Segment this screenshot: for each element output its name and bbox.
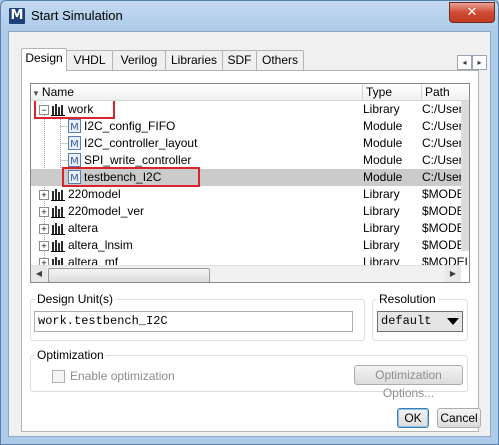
horizontal-scroll-thumb[interactable] bbox=[48, 268, 210, 282]
module-icon: M bbox=[68, 119, 81, 133]
tab-others[interactable]: Others bbox=[256, 50, 304, 70]
optimization-group: Optimization Enable optimization Optimiz… bbox=[30, 348, 468, 400]
design-unit-group: Design Unit(s) work.testbench_I2C bbox=[30, 292, 365, 341]
tree-row-type: Module bbox=[363, 153, 403, 167]
tree-row-altera-mf[interactable]: + altera_mf Library $MODEL bbox=[31, 254, 469, 265]
vertical-scroll-thumb[interactable] bbox=[461, 101, 469, 251]
tree-row-altera-lnsim[interactable]: + altera_lnsim Library $MODEL bbox=[31, 237, 469, 254]
tree-row-type: Library bbox=[363, 255, 400, 265]
tree-row-type: Module bbox=[363, 170, 403, 184]
svg-text:M: M bbox=[70, 122, 79, 133]
tab-scroll-buttons: ◂ ▸ bbox=[457, 54, 487, 70]
tree-row-path: C:/User bbox=[422, 136, 463, 150]
enable-optimization-label: Enable optimization bbox=[70, 369, 175, 383]
library-icon bbox=[51, 240, 65, 252]
tree-row-altera[interactable]: + altera Library $MODEL bbox=[31, 220, 469, 237]
tab-scroll-left-icon[interactable]: ◂ bbox=[457, 55, 472, 70]
tree-row-type: Library bbox=[363, 204, 400, 218]
resolution-select[interactable]: default bbox=[377, 311, 463, 332]
close-button[interactable]: ✕ bbox=[449, 2, 495, 23]
tree-row-type: Module bbox=[363, 136, 403, 150]
modelsim-icon: M bbox=[9, 8, 25, 24]
highlight-box-work bbox=[34, 101, 115, 119]
tree-row-name: 220model bbox=[68, 187, 121, 201]
tree-row-path: C:/User bbox=[422, 102, 463, 116]
resolution-label: Resolution bbox=[377, 292, 438, 306]
library-icon bbox=[51, 223, 65, 235]
tab-sdf[interactable]: SDF bbox=[222, 50, 257, 70]
tree-row-type: Library bbox=[363, 187, 400, 201]
cancel-button[interactable]: Cancel bbox=[437, 408, 481, 428]
expand-icon[interactable]: + bbox=[39, 224, 49, 234]
enable-optimization-checkbox[interactable] bbox=[52, 370, 65, 383]
svg-text:M: M bbox=[70, 139, 79, 150]
tree-row-i2c-controller-layout[interactable]: M I2C_controller_layout Module C:/User bbox=[31, 135, 463, 152]
tree-row-i2c-config-fifo[interactable]: M I2C_config_FIFO Module C:/User bbox=[31, 118, 463, 135]
expand-icon[interactable]: + bbox=[39, 258, 49, 265]
library-icon bbox=[51, 206, 65, 218]
dialog-body: Design VHDL Verilog Libraries SDF Others… bbox=[8, 31, 491, 437]
module-icon: M bbox=[68, 153, 81, 167]
ok-button[interactable]: OK bbox=[397, 408, 429, 428]
resolution-value: default bbox=[381, 314, 432, 328]
column-header-name[interactable]: ▼ Name bbox=[31, 84, 363, 100]
scroll-left-icon[interactable]: ◀ bbox=[31, 266, 47, 282]
column-header-type[interactable]: Type bbox=[363, 84, 422, 100]
design-unit-input[interactable]: work.testbench_I2C bbox=[34, 311, 353, 332]
library-icon bbox=[52, 257, 63, 265]
tree-row-name: I2C_config_FIFO bbox=[84, 119, 176, 133]
tree-row-path: C:/User bbox=[422, 170, 463, 184]
expand-icon[interactable]: + bbox=[39, 190, 49, 200]
scroll-right-icon[interactable]: ▶ bbox=[445, 266, 461, 282]
design-library-tree[interactable]: ▼ Name Type Path − work Library C:/User … bbox=[30, 83, 470, 283]
optimization-label: Optimization bbox=[35, 348, 106, 362]
start-simulation-dialog: M Start Simulation ✕ Design VHDL Verilog… bbox=[0, 0, 499, 445]
vertical-scrollbar[interactable] bbox=[461, 101, 469, 282]
expand-icon[interactable]: + bbox=[39, 207, 49, 217]
dropdown-arrow-icon bbox=[447, 318, 459, 325]
tree-row-name: I2C_controller_layout bbox=[84, 136, 198, 150]
tab-verilog[interactable]: Verilog bbox=[112, 50, 166, 70]
tree-row-name: altera_lnsim bbox=[68, 238, 133, 252]
tree-row-type: Library bbox=[363, 102, 400, 116]
title-bar[interactable]: M Start Simulation ✕ bbox=[1, 1, 498, 31]
tree-row-name: altera bbox=[68, 221, 99, 235]
tree-row-name: 220model_ver bbox=[68, 204, 145, 218]
sort-arrow-icon: ▼ bbox=[32, 89, 40, 98]
list-header: ▼ Name Type Path bbox=[31, 84, 469, 101]
optimization-options-button[interactable]: Optimization Options... bbox=[354, 365, 463, 400]
tab-vhdl[interactable]: VHDL bbox=[66, 50, 113, 70]
design-tab-panel: ▼ Name Type Path − work Library C:/User … bbox=[21, 70, 479, 432]
library-icon bbox=[51, 189, 65, 201]
tree-row-type: Library bbox=[363, 221, 400, 235]
tree-row-220model-ver[interactable]: + 220model_ver Library $MODEL bbox=[31, 203, 469, 220]
expand-icon[interactable]: + bbox=[39, 241, 49, 251]
design-unit-label: Design Unit(s) bbox=[35, 292, 116, 306]
tree-row-type: Module bbox=[363, 119, 403, 133]
module-icon: M bbox=[68, 136, 81, 150]
tree-row-type: Library bbox=[363, 238, 400, 252]
tab-scroll-right-icon[interactable]: ▸ bbox=[472, 55, 487, 70]
tree-row-path: C:/User bbox=[422, 153, 463, 167]
window-title: Start Simulation bbox=[31, 8, 123, 23]
tab-libraries[interactable]: Libraries bbox=[165, 50, 223, 70]
column-header-path[interactable]: Path bbox=[422, 84, 469, 100]
tree-row-220model[interactable]: + 220model Library $MODEL bbox=[31, 186, 469, 203]
tree-rows: − work Library C:/User M I2C_config_FIFO… bbox=[31, 101, 469, 265]
tab-design[interactable]: Design bbox=[21, 48, 67, 71]
horizontal-scrollbar[interactable]: ◀ ▶ bbox=[31, 265, 461, 282]
svg-text:M: M bbox=[70, 156, 79, 167]
tree-row-name: altera_mf bbox=[68, 255, 119, 265]
tree-row-path: C:/User bbox=[422, 119, 463, 133]
highlight-box-testbench bbox=[62, 167, 200, 187]
resolution-group: Resolution default bbox=[372, 292, 468, 341]
